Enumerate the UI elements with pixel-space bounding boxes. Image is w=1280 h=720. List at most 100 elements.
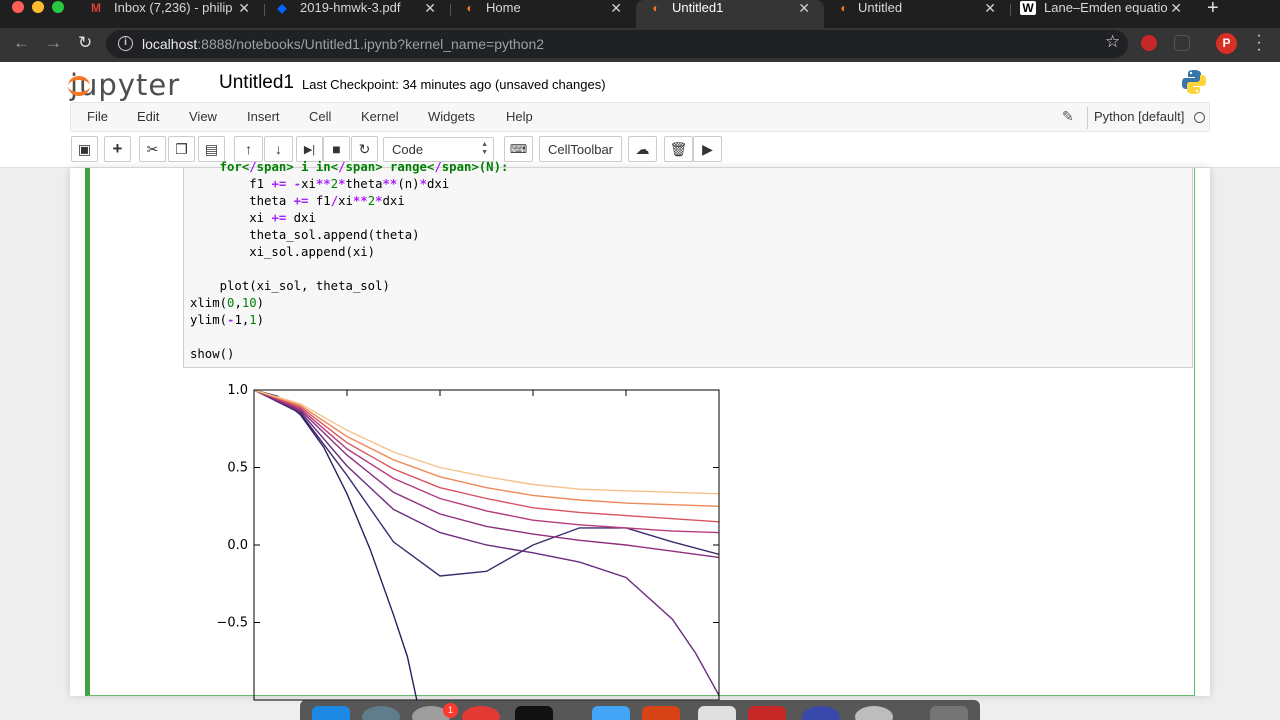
tab-label: 2019-hmwk-3.pdf — [300, 0, 401, 15]
menu-cell[interactable]: Cell — [309, 109, 331, 124]
code-cell[interactable]: for</span> i in</span> range</span>(N): … — [85, 160, 1195, 701]
upload-button[interactable]: ☁ — [628, 136, 657, 162]
extension-icon[interactable] — [1141, 35, 1157, 51]
address-bar[interactable]: i localhost:8888/notebooks/Untitled1.ipy… — [106, 30, 1128, 58]
arrow-up-icon: ↑ — [245, 141, 252, 157]
celltoolbar-button[interactable]: CellToolbar — [539, 136, 622, 162]
pencil-icon[interactable]: ✎ — [1062, 108, 1074, 125]
line-chart: 1.0 0.5 0.0 −0.5 — [216, 383, 720, 701]
code-line: f1 += -xi**2*theta**(n)*dxi — [190, 177, 450, 191]
app-icon[interactable] — [802, 706, 840, 720]
reload-icon[interactable]: ↻ — [78, 33, 92, 53]
forward-arrow-icon[interactable]: → — [45, 33, 62, 53]
wikipedia-icon: W — [1020, 1, 1036, 15]
safari-icon[interactable] — [855, 706, 893, 720]
tab-pdf[interactable]: ◆ 2019-hmwk-3.pdf ✕ — [264, 0, 450, 28]
zoom-window-button[interactable] — [52, 1, 64, 13]
tab-label: Untitled1 — [672, 0, 724, 15]
new-tab-button[interactable]: + — [1207, 0, 1219, 20]
menu-widgets[interactable]: Widgets — [428, 109, 475, 124]
jupyter-header: jupyter Untitled1 Last Checkpoint: 34 mi… — [0, 62, 1280, 168]
tab-gmail[interactable]: M Inbox (7,236) - philip ✕ — [76, 0, 264, 28]
close-window-button[interactable] — [12, 1, 24, 13]
kernel-name: Python [default] — [1094, 109, 1185, 124]
stop-icon: ■ — [332, 141, 341, 157]
checkpoint-status: Last Checkpoint: 34 minutes ago (unsaved… — [302, 77, 606, 92]
trash-icon[interactable] — [930, 706, 968, 720]
close-icon[interactable]: ✕ — [424, 0, 436, 17]
preview-icon[interactable] — [592, 706, 630, 720]
series-line — [254, 390, 719, 495]
url-host: localhost — [142, 36, 198, 52]
powerpoint-icon[interactable] — [642, 706, 680, 720]
tab-untitled[interactable]: ◐ Untitled ✕ — [824, 0, 1010, 28]
jupyter-logo[interactable]: jupyter — [68, 68, 180, 102]
present-button[interactable]: ▶ — [693, 136, 722, 162]
close-icon[interactable]: ✕ — [984, 0, 996, 17]
series-line — [254, 390, 719, 523]
minimize-window-button[interactable] — [32, 1, 44, 13]
menu-file[interactable]: File — [87, 109, 108, 124]
jupyter-logo-orbit-icon — [68, 76, 90, 96]
cut-button[interactable]: ✂ — [139, 136, 166, 162]
notebook-name[interactable]: Untitled1 — [219, 72, 294, 94]
y-tick-label: 0.5 — [227, 461, 248, 476]
close-icon[interactable]: ✕ — [610, 0, 622, 17]
tab-label: Home — [486, 0, 521, 15]
menu-kernel[interactable]: Kernel — [361, 109, 399, 124]
info-icon[interactable]: i — [118, 36, 133, 51]
menu-edit[interactable]: Edit — [137, 109, 159, 124]
series-line — [254, 390, 719, 534]
python-logo-icon — [1182, 70, 1206, 94]
jupyter-icon: ◐ — [466, 1, 474, 15]
chrome-icon[interactable] — [462, 706, 500, 720]
tab-label: Untitled — [858, 0, 903, 15]
save-button[interactable]: ▣ — [71, 136, 98, 162]
menu-help[interactable]: Help — [506, 109, 533, 124]
code-line: theta_sol.append(theta) — [190, 228, 420, 242]
profile-avatar[interactable]: P — [1216, 33, 1237, 54]
code-line: show() — [190, 347, 235, 361]
code-line: ylim(-1,1) — [190, 313, 265, 327]
cell-output: 1.0 0.5 0.0 −0.5 — [200, 382, 740, 702]
tab-label: Inbox (7,236) - philip — [114, 0, 233, 15]
code-line: xi_sol.append(xi) — [190, 245, 376, 259]
back-arrow-icon[interactable]: ← — [13, 33, 30, 53]
url-text[interactable]: localhost:8888/notebooks/Untitled1.ipynb… — [142, 36, 544, 52]
code-line: theta += f1/xi**2*dxi — [190, 194, 405, 208]
close-icon[interactable]: ✕ — [238, 0, 250, 17]
series-line — [254, 390, 719, 559]
cloud-upload-icon: ☁ — [635, 140, 650, 157]
tab-untitled1[interactable]: ◐ Untitled1 ✕ — [636, 0, 824, 28]
menu-view[interactable]: View — [189, 109, 217, 124]
jupyter-icon: ◐ — [840, 1, 848, 15]
insert-cell-button[interactable]: + — [104, 136, 131, 162]
step-forward-icon: ▶| — [303, 143, 316, 156]
trash-icon: 🗑 — [669, 140, 688, 157]
notification-badge: 1 — [443, 703, 458, 718]
y-tick-label: 1.0 — [227, 383, 248, 398]
cell-type-value: Code — [392, 142, 424, 157]
tab-wikipedia[interactable]: W Lane–Emden equatio ✕ — [1010, 0, 1196, 28]
arrow-down-icon: ↓ — [275, 141, 282, 157]
dropbox-icon: ◆ — [277, 1, 287, 15]
menu-insert[interactable]: Insert — [247, 109, 280, 124]
app-icon[interactable] — [748, 706, 786, 720]
extension-icon[interactable] — [1174, 35, 1190, 51]
terminal-icon[interactable] — [515, 706, 553, 720]
code-editor[interactable]: for</span> i in</span> range</span>(N): … — [183, 160, 1193, 368]
textedit-icon[interactable] — [698, 706, 736, 720]
launchpad-icon[interactable] — [362, 706, 400, 720]
scissors-icon: ✂ — [146, 140, 159, 157]
select-arrows-icon: ▲ ▼ — [481, 141, 488, 156]
finder-icon[interactable] — [312, 706, 350, 720]
bookmark-star-icon[interactable]: ☆ — [1105, 32, 1120, 52]
browser-menu-icon[interactable]: · · · — [1255, 28, 1263, 58]
tab-home[interactable]: ◐ Home ✕ — [450, 0, 636, 28]
code-line: for</span> i in</span> range</span>(N): — [219, 160, 509, 174]
close-icon[interactable]: ✕ — [1170, 0, 1182, 17]
close-icon[interactable]: ✕ — [798, 0, 810, 17]
trash-button[interactable]: 🗑 — [664, 136, 693, 162]
browser-tab-bar: M Inbox (7,236) - philip ✕ ◆ 2019-hmwk-3… — [0, 0, 1280, 28]
